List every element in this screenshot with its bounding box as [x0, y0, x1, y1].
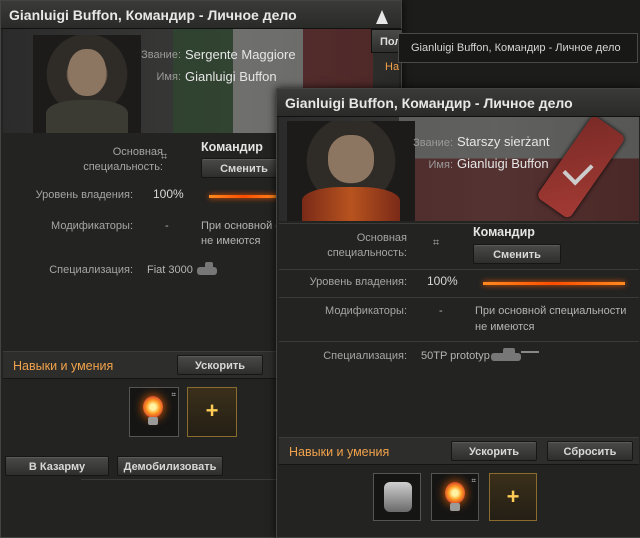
specialization-label: Специализация:: [323, 350, 407, 362]
specialization-label: Специализация:: [49, 264, 133, 276]
lightbulb-icon: [143, 396, 163, 418]
binoculars-icon: ⌗: [471, 476, 476, 485]
proficiency-bar: [483, 282, 625, 285]
accelerate-button[interactable]: Ускорить: [177, 355, 263, 375]
header-divider: [279, 223, 639, 224]
modifiers-value: -: [165, 220, 169, 232]
tab-secondary-label[interactable]: На: [385, 61, 399, 73]
lightbulb-icon: [445, 482, 465, 504]
skill-slot-fist[interactable]: [373, 473, 421, 521]
name-label: Имя:: [428, 159, 453, 171]
specialty-value: Командир: [473, 225, 535, 239]
dossier-window-polish: Gianluigi Buffon, Командир - Личное дело…: [276, 88, 640, 538]
row-divider: [279, 341, 639, 342]
modifiers-note-line-1: При основной специальности: [475, 305, 627, 317]
title-tooltip: Gianluigi Buffon, Командир - Личное дело: [398, 33, 638, 63]
binoculars-icon: ⌗: [433, 237, 440, 249]
specialization-value: Fiat 3000: [147, 264, 193, 276]
row-divider: [279, 297, 639, 298]
proficiency-value: 100%: [153, 187, 184, 201]
header-banner: Звание: Starszy sierżant Имя: Gianluigi …: [279, 117, 639, 221]
proficiency-label: Уровень владения:: [35, 189, 133, 201]
name-label: Имя:: [156, 71, 181, 83]
binoculars-icon: ⌗: [171, 390, 176, 399]
tank-icon: [197, 262, 217, 275]
tank-icon: [491, 348, 521, 361]
name-value: Gianluigi Buffon: [185, 69, 277, 84]
demobilize-button[interactable]: Демобилизовать: [117, 456, 223, 476]
proficiency-value: 100%: [427, 274, 458, 288]
modifiers-note-line-2: не имеются: [475, 321, 535, 333]
rank-value: Sergente Maggiore: [185, 47, 296, 62]
skill-slot-lightbulb[interactable]: ⌗: [129, 387, 179, 437]
specialty-label-line-2: специальность:: [327, 247, 407, 259]
footer-divider: [81, 479, 277, 480]
fist-icon: [384, 482, 412, 512]
rank-value: Starszy sierżant: [457, 134, 550, 149]
modifiers-label: Модификаторы:: [51, 220, 133, 232]
tank-gun: [521, 351, 539, 353]
change-specialty-button[interactable]: Сменить: [473, 244, 561, 264]
proficiency-label: Уровень владения:: [309, 276, 407, 288]
rank-label: Звание:: [413, 137, 453, 149]
skill-slot-lightbulb[interactable]: ⌗: [431, 473, 479, 521]
mouse-cursor-icon: [376, 10, 388, 24]
specialty-value: Командир: [201, 140, 263, 154]
modifiers-note: При основной с: [201, 220, 279, 232]
barracks-button[interactable]: В Казарму: [5, 456, 109, 476]
add-skill-button[interactable]: +: [489, 473, 537, 521]
specialty-label: Основная специальность:: [83, 146, 163, 173]
proficiency-bar: [209, 195, 279, 198]
change-specialty-button[interactable]: Сменить: [201, 158, 287, 178]
window-title: Gianluigi Buffon, Командир - Личное дело: [1, 1, 401, 29]
accelerate-button[interactable]: Ускорить: [451, 441, 537, 461]
row-divider: [279, 269, 639, 270]
binoculars-icon: ⌗: [161, 151, 168, 163]
modifiers-note-2: не имеются: [201, 235, 261, 247]
specialty-label-line-1: Основная: [356, 232, 407, 244]
commander-portrait: [287, 121, 415, 221]
commander-portrait: [33, 35, 141, 133]
modifiers-value: -: [439, 305, 443, 317]
rank-label: Звание:: [141, 49, 181, 61]
modifiers-label: Модификаторы:: [325, 305, 407, 317]
reset-button[interactable]: Сбросить: [547, 441, 633, 461]
name-value: Gianluigi Buffon: [457, 156, 549, 171]
specialization-value: 50TP prototyp: [421, 350, 490, 362]
add-skill-button[interactable]: +: [187, 387, 237, 437]
window-title: Gianluigi Buffon, Командир - Личное дело: [277, 89, 640, 117]
